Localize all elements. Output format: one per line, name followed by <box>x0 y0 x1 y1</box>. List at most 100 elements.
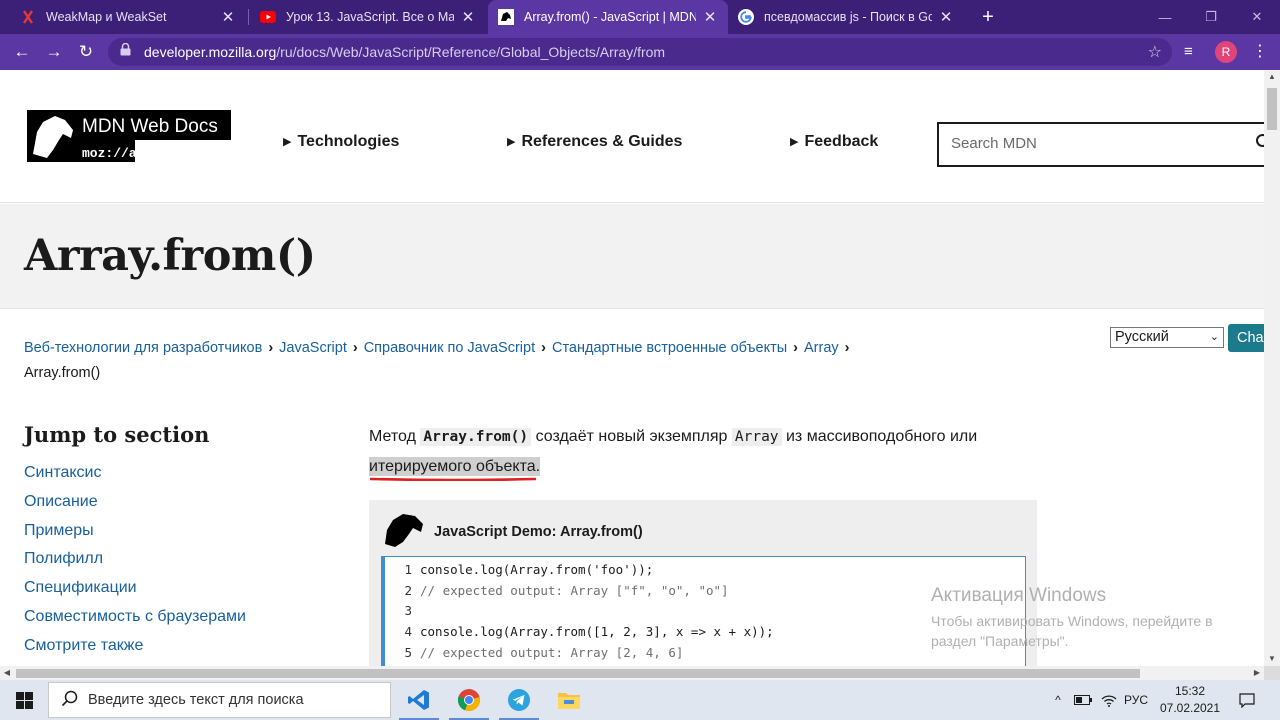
inline-code[interactable]: Array <box>731 428 782 446</box>
tab-title: Array.from() - JavaScript | MDN <box>524 10 696 24</box>
chrome-icon[interactable] <box>445 680 493 720</box>
intro-text: из массивоподобного или <box>781 428 978 445</box>
jump-to-section-list: Синтаксис Описание Примеры Полифилл Спец… <box>24 464 246 666</box>
line-number: 2 <box>404 582 412 598</box>
nav-label: Technologies <box>297 133 400 150</box>
breadcrumb-link[interactable]: JavaScript <box>279 340 347 356</box>
profile-avatar[interactable]: R <box>1215 41 1237 63</box>
close-tab-icon[interactable]: ✕ <box>220 8 236 26</box>
jump-link[interactable]: Спецификации <box>24 579 246 608</box>
url-path: /ru/docs/Web/JavaScript/Reference/Global… <box>276 44 666 60</box>
file-explorer-icon[interactable] <box>545 680 593 720</box>
horizontal-scrollbar[interactable]: ◀ ▶ <box>0 666 1264 680</box>
jump-link[interactable]: Смотрите также <box>24 637 246 666</box>
page-title: Array.from() <box>24 231 316 281</box>
close-tab-icon[interactable]: ✕ <box>460 8 476 26</box>
wifi-icon[interactable] <box>1098 680 1120 720</box>
nav-references-guides[interactable]: ▶ References & Guides <box>507 133 682 151</box>
breadcrumb-link[interactable]: Веб-технологии для разработчиков <box>24 340 262 356</box>
windows-taskbar: Введите здесь текст для поиска ^ РУС 15:… <box>0 680 1280 720</box>
taskbar-search[interactable]: Введите здесь текст для поиска <box>48 682 391 718</box>
new-tab-plus-icon[interactable]: + <box>978 5 998 29</box>
code-text: // expected output: Array [2, 4, 6] <box>420 644 684 660</box>
nav-label: References & Guides <box>521 133 683 150</box>
back-arrow-icon[interactable]: ← <box>10 40 34 64</box>
search-icon[interactable] <box>1255 133 1264 156</box>
scroll-down-icon[interactable]: ▼ <box>1264 652 1280 666</box>
breadcrumb-current: Array.from() <box>24 365 101 381</box>
page-viewport: MDN Web Docs moz://a ▶ Technologies ▶ Refe… <box>0 70 1264 666</box>
code-text: console.log(Array.from('foo')); <box>420 562 654 577</box>
browser-menu-icon[interactable]: ⋮ <box>1250 41 1270 61</box>
jump-link[interactable]: Описание <box>24 493 246 522</box>
windows-activation-text: Чтобы активировать Windows, перейдите в … <box>931 611 1251 651</box>
jump-link[interactable]: Примеры <box>24 522 246 551</box>
code-line: 3 <box>385 601 420 622</box>
breadcrumb: Веб-технологии для разработчиков › JavaScr… <box>24 336 904 386</box>
scroll-left-icon[interactable]: ◀ <box>0 666 14 680</box>
code-line: 1 console.log(Array.from('foo')); <box>385 560 653 581</box>
logo-text: MDN Web Docs <box>82 116 218 137</box>
tab-youtube-lesson[interactable]: Урок 13. JavaScript. Все о Map, S ✕ <box>250 0 486 34</box>
nav-feedback[interactable]: ▶ Feedback <box>790 133 878 151</box>
jump-link[interactable]: Полифилл <box>24 550 246 579</box>
tab-title: псевдомассив js - Поиск в Goog <box>764 10 932 24</box>
tab-title: Урок 13. JavaScript. Все о Map, S <box>286 10 454 24</box>
code-text: console.log(Array.from([1, 2, 3], x => x… <box>420 624 774 640</box>
mdn-logo[interactable]: MDN Web Docs moz://a <box>27 110 231 162</box>
watermark-line: раздел "Параметры". <box>931 633 1069 649</box>
close-tab-icon[interactable]: ✕ <box>938 8 954 26</box>
iterable-link[interactable]: итерируемого объекта <box>369 457 536 476</box>
tab-array-from-mdn[interactable]: Array.from() - JavaScript | MDN ✕ <box>488 0 728 34</box>
mdn-header: MDN Web Docs moz://a ▶ Technologies ▶ Refe… <box>0 70 1264 203</box>
tab-google-search[interactable]: псевдомассив js - Поиск в Goog ✕ <box>728 0 964 34</box>
jump-link[interactable]: Совместимость с браузерами <box>24 608 246 637</box>
forward-arrow-icon[interactable]: → <box>42 40 66 64</box>
bookmark-star-icon[interactable]: ☆ <box>1148 42 1162 62</box>
restore-icon[interactable]: ❐ <box>1188 0 1234 34</box>
scroll-right-icon[interactable]: ▶ <box>1250 666 1264 680</box>
tab-weakmap[interactable]: WeakMap и WeakSet ✕ <box>10 0 246 34</box>
watermark-line: Чтобы активировать Windows, перейдите в <box>931 613 1213 629</box>
reload-icon[interactable]: ↻ <box>74 40 98 64</box>
line-number: 1 <box>404 562 412 577</box>
triangle-right-icon: ▶ <box>283 136 292 148</box>
tab-title: WeakMap и WeakSet <box>46 10 167 24</box>
system-clock[interactable]: 15:32 07.02.2021 <box>1158 683 1222 717</box>
battery-icon[interactable] <box>1072 680 1094 720</box>
triangle-right-icon: ▶ <box>507 136 516 148</box>
code-editor[interactable]: 1 console.log(Array.from('foo')); 2 // exp… <box>381 556 1026 666</box>
address-bar[interactable]: developer.mozilla.org/ru/docs/Web/JavaSc… <box>108 38 1172 66</box>
telegram-icon[interactable] <box>495 680 543 720</box>
close-window-icon[interactable]: ✕ <box>1234 0 1280 34</box>
chevron-down-icon: ⌄ <box>1209 331 1219 343</box>
vscode-icon[interactable] <box>395 680 443 720</box>
tab-separator <box>248 9 249 25</box>
nav-technologies[interactable]: ▶ Technologies <box>283 133 399 151</box>
inline-code[interactable]: Array.from() <box>420 428 532 446</box>
scroll-thumb[interactable] <box>16 669 1140 678</box>
scroll-thumb[interactable] <box>1267 88 1277 130</box>
search-input[interactable] <box>951 135 1241 152</box>
clock-time: 15:32 <box>1174 684 1206 698</box>
change-language-button[interactable]: Cha <box>1228 324 1264 352</box>
clock-date: 07.02.2021 <box>1159 701 1221 715</box>
logo-sub: moz://a <box>82 146 137 161</box>
search-icon <box>61 690 78 711</box>
scroll-up-icon[interactable]: ▲ <box>1264 70 1280 84</box>
breadcrumb-link[interactable]: Array <box>804 340 839 356</box>
notifications-icon[interactable] <box>1234 680 1260 720</box>
breadcrumb-link[interactable]: Справочник по JavaScript <box>364 340 535 356</box>
breadcrumb-link[interactable]: Стандартные встроенные объекты <box>552 340 787 356</box>
reading-list-icon[interactable]: ≡ <box>1184 43 1193 60</box>
vertical-scrollbar[interactable]: ▲ ▼ <box>1264 70 1280 666</box>
taskbar-search-placeholder: Введите здесь текст для поиска <box>88 692 304 708</box>
input-language-indicator[interactable]: РУС <box>1123 680 1149 720</box>
windows-start-icon[interactable] <box>0 680 48 720</box>
line-number: 4 <box>404 624 412 640</box>
language-select[interactable]: Русский ⌄ <box>1110 327 1224 348</box>
minimize-icon[interactable]: — <box>1142 0 1188 34</box>
close-tab-icon[interactable]: ✕ <box>702 8 718 26</box>
jump-link[interactable]: Синтаксис <box>24 464 246 493</box>
tray-chevron-up-icon[interactable]: ^ <box>1048 680 1068 720</box>
